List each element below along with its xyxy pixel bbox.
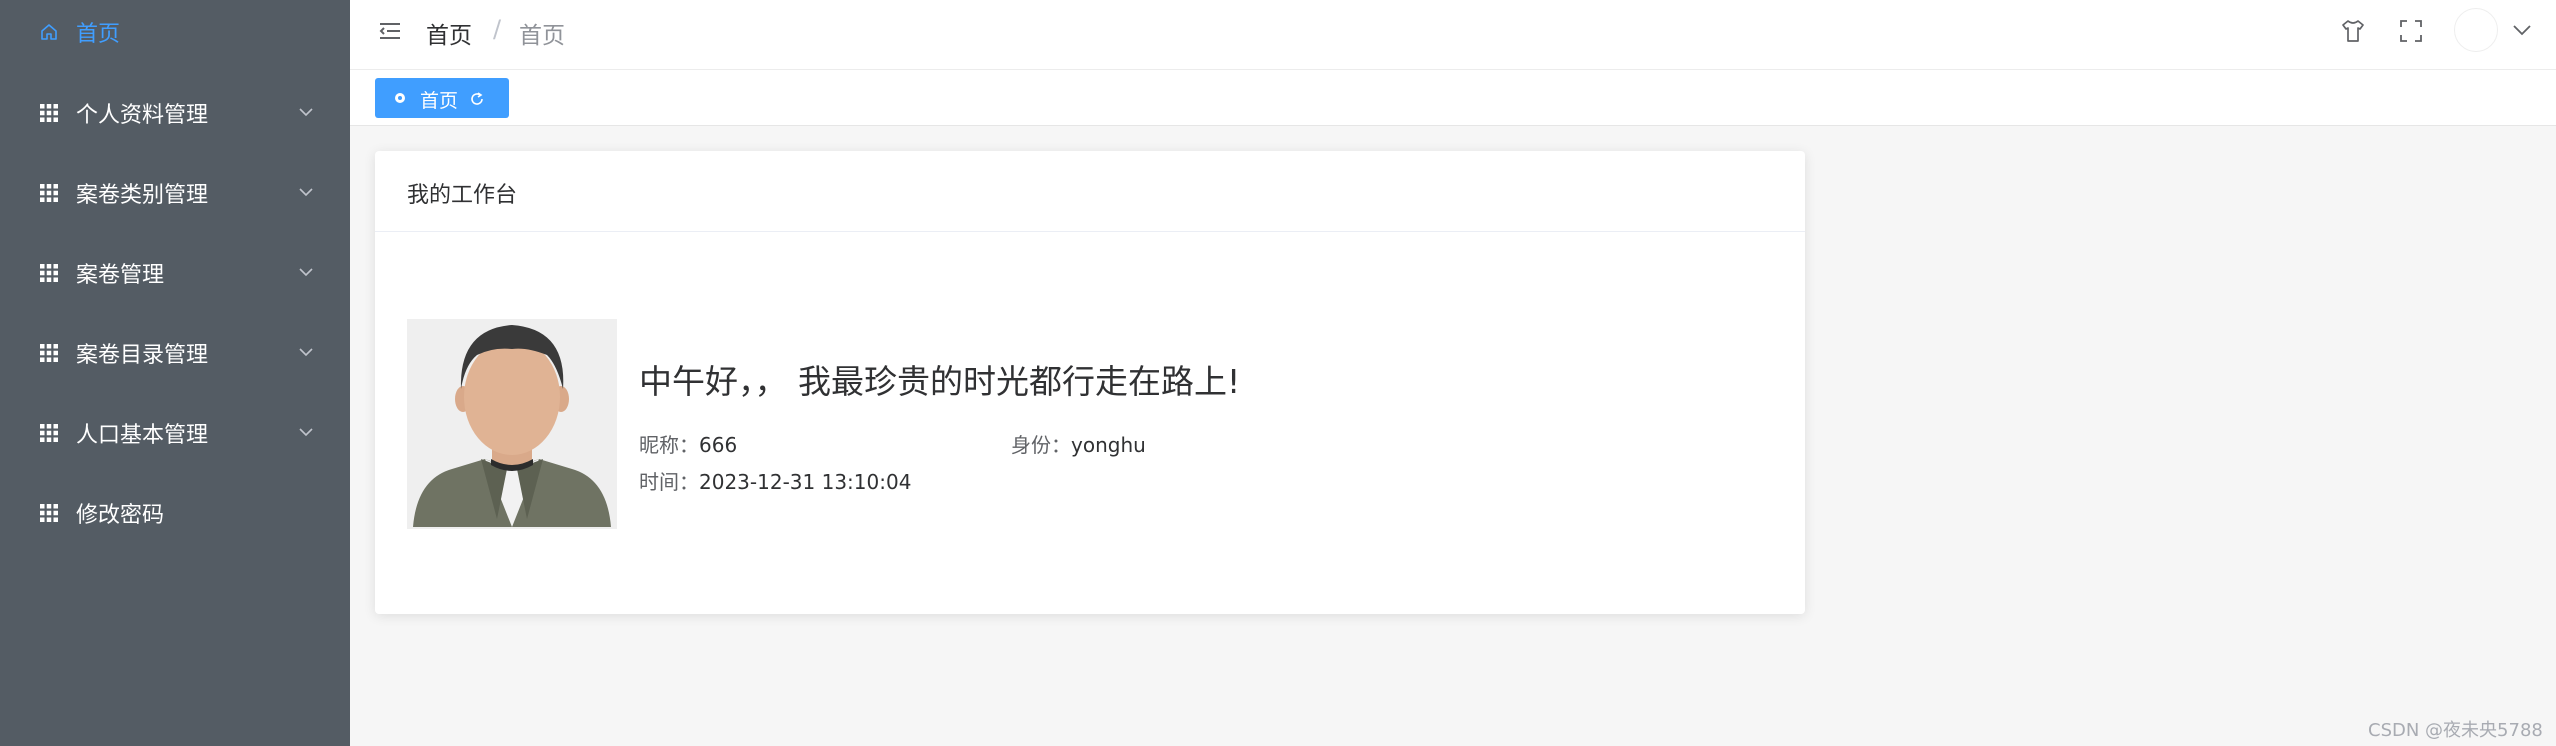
sidebar-item-archive[interactable]: 案卷管理 <box>0 233 350 313</box>
tshirt-icon[interactable] <box>2340 18 2366 44</box>
greeting-text: 中午好，， 我最珍贵的时光都行走在路上! <box>639 362 1241 401</box>
workbench-card: 我的工作台 中午好，， 我最珍贵的时光都行走在路上! 昵称：666 身份：yon… <box>375 151 1805 614</box>
sidebar-item-label: 首页 <box>76 22 121 47</box>
role-value: yonghu <box>1071 433 1146 457</box>
refresh-icon[interactable] <box>469 91 485 107</box>
time-label: 时间： <box>639 470 699 494</box>
user-avatar-icon[interactable] <box>2454 8 2498 52</box>
sidebar-item-archive-catalog[interactable]: 案卷目录管理 <box>0 313 350 393</box>
sidebar-item-label: 人口基本管理 <box>76 423 209 448</box>
sidebar-item-label: 个人资料管理 <box>76 103 209 128</box>
card-header: 我的工作台 <box>375 151 1805 232</box>
top-header: 首页 / 首页 <box>350 0 2556 70</box>
grid-icon <box>40 344 58 362</box>
breadcrumb-item-home[interactable]: 首页 <box>426 16 472 50</box>
nickname-label: 昵称： <box>639 433 699 457</box>
active-dot-icon <box>395 93 405 103</box>
user-avatar-image <box>407 319 617 529</box>
grid-icon <box>40 184 58 202</box>
nickname-row: 昵称：666 <box>639 429 737 458</box>
sidebar-item-population[interactable]: 人口基本管理 <box>0 393 350 473</box>
chevron-down-icon <box>299 268 313 277</box>
grid-icon <box>40 104 58 122</box>
time-row: 时间：2023-12-31 13:10:04 <box>639 466 911 495</box>
time-value: 2023-12-31 13:10:04 <box>699 470 912 494</box>
chevron-down-icon[interactable] <box>2512 24 2532 36</box>
sidebar-item-label: 案卷管理 <box>76 263 165 288</box>
sidebar-item-change-password[interactable]: 修改密码 <box>0 473 350 553</box>
sidebar-item-profile[interactable]: 个人资料管理 <box>0 73 350 153</box>
sidebar-item-label: 修改密码 <box>76 503 165 528</box>
chevron-down-icon <box>299 428 313 437</box>
home-icon <box>41 24 57 40</box>
breadcrumb-item-current: 首页 <box>519 23 565 49</box>
chevron-down-icon <box>299 348 313 357</box>
fullscreen-icon[interactable] <box>2398 18 2424 44</box>
role-row: 身份：yonghu <box>1011 429 1146 458</box>
nickname-value: 666 <box>699 433 738 457</box>
sidebar-item-archive-category[interactable]: 案卷类别管理 <box>0 153 350 233</box>
sidebar-item-label: 案卷目录管理 <box>76 343 209 368</box>
tag-home[interactable]: 首页 <box>375 78 509 118</box>
grid-icon <box>40 424 58 442</box>
chevron-down-icon <box>299 108 313 117</box>
sidebar-item-home[interactable]: 首页 <box>0 0 350 72</box>
watermark: CSDN @夜未央5788 <box>2368 720 2543 741</box>
grid-icon <box>40 504 58 522</box>
grid-icon <box>40 264 58 282</box>
tag-label: 首页 <box>420 90 459 112</box>
sidebar-item-label: 案卷类别管理 <box>76 183 209 208</box>
card-title: 我的工作台 <box>407 183 518 208</box>
menu-fold-icon[interactable] <box>378 19 402 43</box>
chevron-down-icon <box>299 188 313 197</box>
role-label: 身份： <box>1011 433 1071 457</box>
sidebar: 首页 个人资料管理 案卷类别管理 案卷管理 案卷目录管理 人口基本管理 修改密码 <box>0 0 350 746</box>
breadcrumb-separator: / <box>493 15 502 43</box>
tags-view-bar: 首页 <box>350 70 2556 126</box>
